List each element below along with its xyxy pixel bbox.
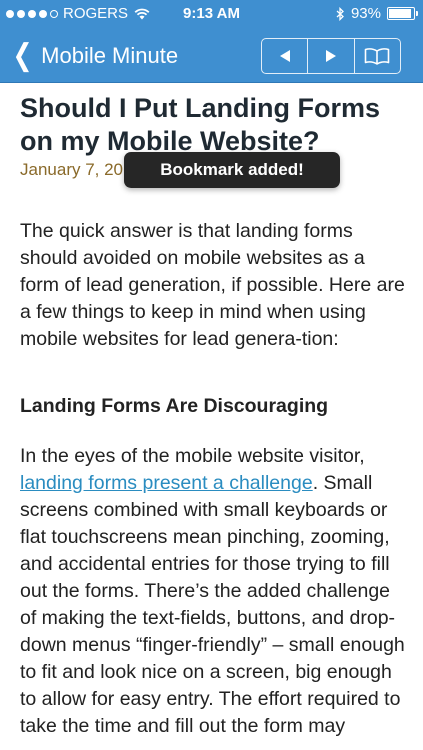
inline-link[interactable]: landing forms present a challenge (20, 472, 313, 494)
battery-icon (387, 7, 418, 20)
next-article-button[interactable] (308, 39, 355, 73)
battery-fill (389, 9, 412, 18)
paragraph-text-continued: . Small screens combined with small keyb… (20, 472, 405, 737)
triangle-right-icon (325, 50, 336, 62)
triangle-left-icon (279, 50, 290, 62)
paragraph-text: In the eyes of the mobile website visito… (20, 445, 365, 467)
status-bar: ROGERS 9:13 AM 93% (0, 0, 423, 30)
bluetooth-icon (336, 6, 344, 21)
bookmark-toast: Bookmark added! (124, 152, 340, 188)
section-heading: Landing Forms Are Discouraging (20, 395, 329, 417)
open-book-icon (365, 48, 390, 65)
bookmark-button[interactable] (355, 39, 400, 73)
article-paragraph-2: In the eyes of the mobile website visito… (20, 443, 408, 740)
back-button-label: Mobile Minute (41, 43, 179, 68)
article-nav-controls (261, 38, 401, 74)
status-right: 93% (336, 5, 418, 22)
battery-percent: 93% (350, 5, 381, 22)
previous-article-button[interactable] (262, 39, 309, 73)
chevron-left-icon: ❮ (12, 39, 33, 72)
navigation-bar: ❮ Mobile Minute (0, 30, 423, 83)
article-paragraph: The quick answer is that landing forms s… (20, 220, 405, 350)
back-button[interactable]: ❮ Mobile Minute (10, 39, 179, 73)
article-title: Should I Put Landing Forms on my Mobile … (20, 93, 380, 156)
